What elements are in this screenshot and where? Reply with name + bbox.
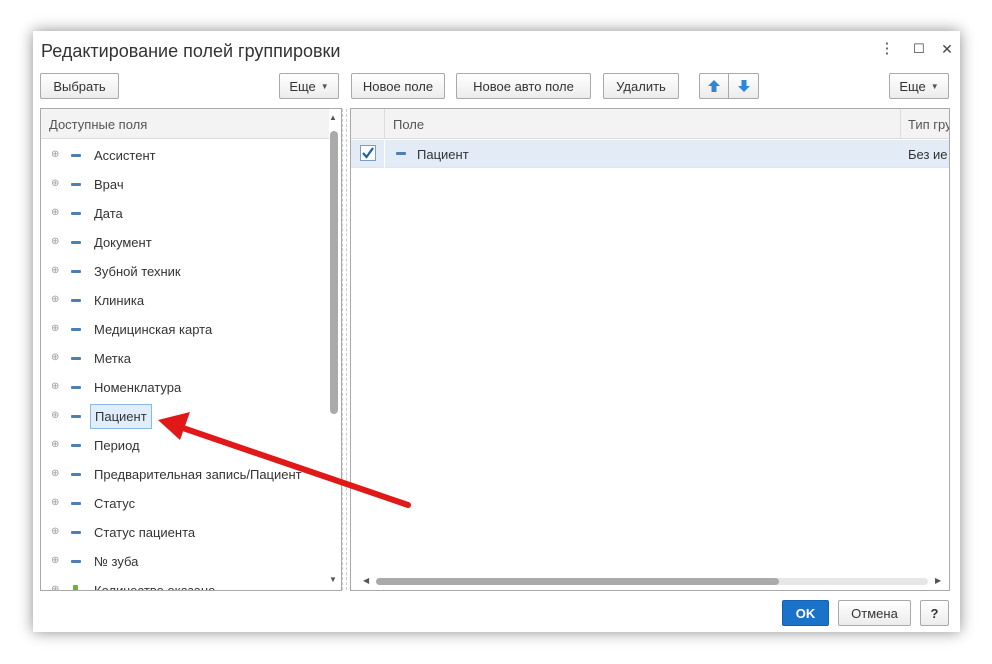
annotation-arrow-icon (158, 412, 411, 508)
